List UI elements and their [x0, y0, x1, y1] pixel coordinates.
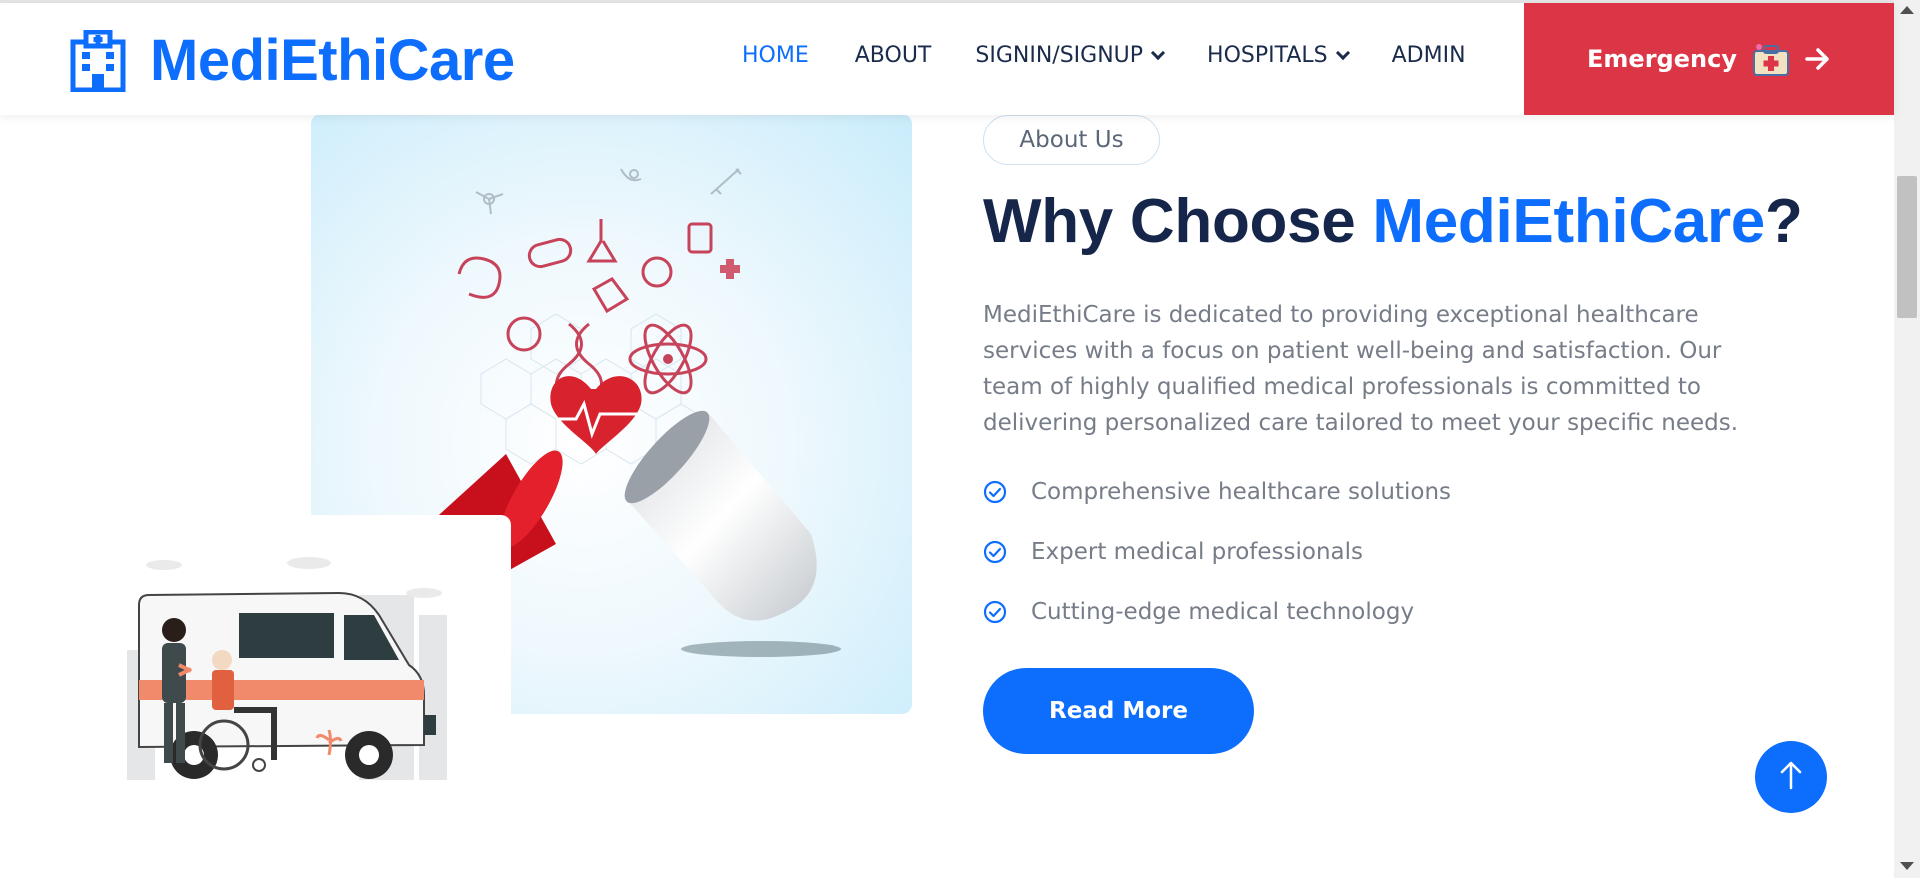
heading-suffix: ? — [1764, 187, 1803, 256]
arrow-right-icon — [1805, 47, 1831, 71]
feature-text: Comprehensive healthcare solutions — [1031, 479, 1452, 505]
chevron-down-icon — [1150, 45, 1166, 60]
read-more-button[interactable]: Read More — [983, 668, 1254, 754]
emergency-button[interactable]: Emergency — [1524, 3, 1894, 115]
back-to-top-button[interactable] — [1755, 741, 1827, 813]
scroll-down-arrow-icon[interactable] — [1900, 862, 1914, 870]
hospital-building-icon — [70, 29, 126, 92]
nav-home[interactable]: HOME — [742, 43, 809, 68]
about-description: MediEthiCare is dedicated to providing e… — [983, 302, 1739, 436]
feature-text: Cutting-edge medical technology — [1031, 599, 1415, 625]
feature-list: Comprehensive healthcare solutions Exper… — [983, 462, 1451, 642]
nav-admin[interactable]: ADMIN — [1392, 43, 1466, 68]
emergency-label: Emergency — [1587, 45, 1737, 73]
nav-hospitals-dropdown[interactable]: HOSPITALS — [1207, 43, 1350, 68]
heading-prefix: Why Choose — [983, 187, 1373, 256]
nav-signin-signup-dropdown[interactable]: SIGNIN/SIGNUP — [975, 43, 1166, 68]
scrollbar-thumb[interactable] — [1897, 176, 1917, 318]
scroll-up-arrow-icon[interactable] — [1900, 6, 1914, 14]
chevron-down-icon — [1335, 45, 1350, 60]
brand-name: MediEthiCare — [150, 28, 515, 93]
nav-hospitals-label: HOSPITALS — [1207, 43, 1328, 68]
navbar: MediEthiCare HOME ABOUT SIGNIN/SIGNUP HO… — [0, 3, 1894, 115]
section-heading: Why Choose MediEthiCare? — [983, 186, 1803, 257]
feature-item: Cutting-edge medical technology — [983, 582, 1451, 642]
main-navigation: HOME ABOUT SIGNIN/SIGNUP HOSPITALS ADMIN — [742, 43, 1466, 68]
heading-brand-accent: MediEthiCare — [1372, 187, 1765, 256]
about-us-badge: About Us — [983, 115, 1160, 165]
check-circle-icon — [983, 480, 1007, 504]
check-circle-icon — [983, 540, 1007, 564]
feature-item: Comprehensive healthcare solutions — [983, 462, 1451, 522]
nav-about[interactable]: ABOUT — [855, 43, 932, 68]
ambulance-illustration — [124, 515, 511, 785]
brand-logo-link[interactable]: MediEthiCare — [70, 27, 515, 94]
nav-signin-label: SIGNIN/SIGNUP — [975, 43, 1144, 68]
first-aid-kit-icon — [1751, 41, 1791, 77]
feature-text: Expert medical professionals — [1031, 539, 1364, 565]
check-circle-icon — [983, 600, 1007, 624]
page-scrollbar[interactable] — [1894, 0, 1920, 878]
feature-item: Expert medical professionals — [983, 522, 1451, 582]
arrow-up-icon — [1779, 760, 1803, 794]
